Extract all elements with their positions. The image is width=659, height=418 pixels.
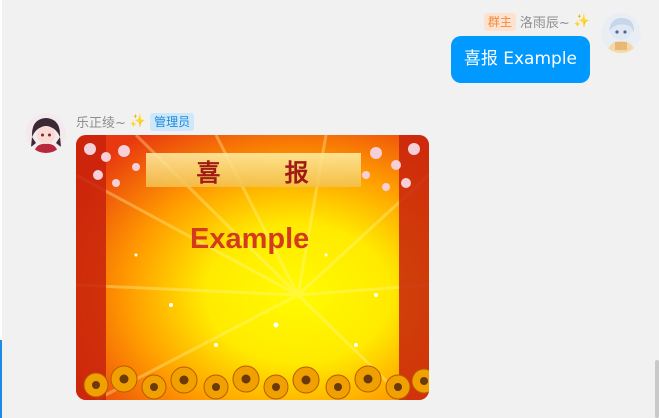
sparkle-icon: ✨ (573, 14, 590, 29)
sender-line-left: 乐正绫~ ✨ 管理员 (76, 112, 195, 131)
image-message[interactable]: 喜 报 Example (76, 135, 429, 400)
window-edge-accent (0, 340, 2, 418)
sender-name[interactable]: 乐正绫~ (76, 112, 126, 131)
sender-name[interactable]: 洛雨辰~ (520, 12, 570, 31)
message-bubble[interactable]: 喜报 Example (450, 36, 590, 83)
sender-line-right: 群主 洛雨辰~ ✨ (483, 12, 590, 31)
scrollbar[interactable] (655, 360, 659, 418)
admin-badge: 管理员 (150, 112, 195, 131)
avatar[interactable] (26, 113, 66, 153)
poster-text: Example (190, 223, 310, 255)
poster-title: 喜 报 (196, 158, 337, 187)
sparkle-icon: ✨ (129, 114, 147, 129)
avatar[interactable] (601, 13, 641, 53)
owner-badge: 群主 (483, 12, 516, 31)
